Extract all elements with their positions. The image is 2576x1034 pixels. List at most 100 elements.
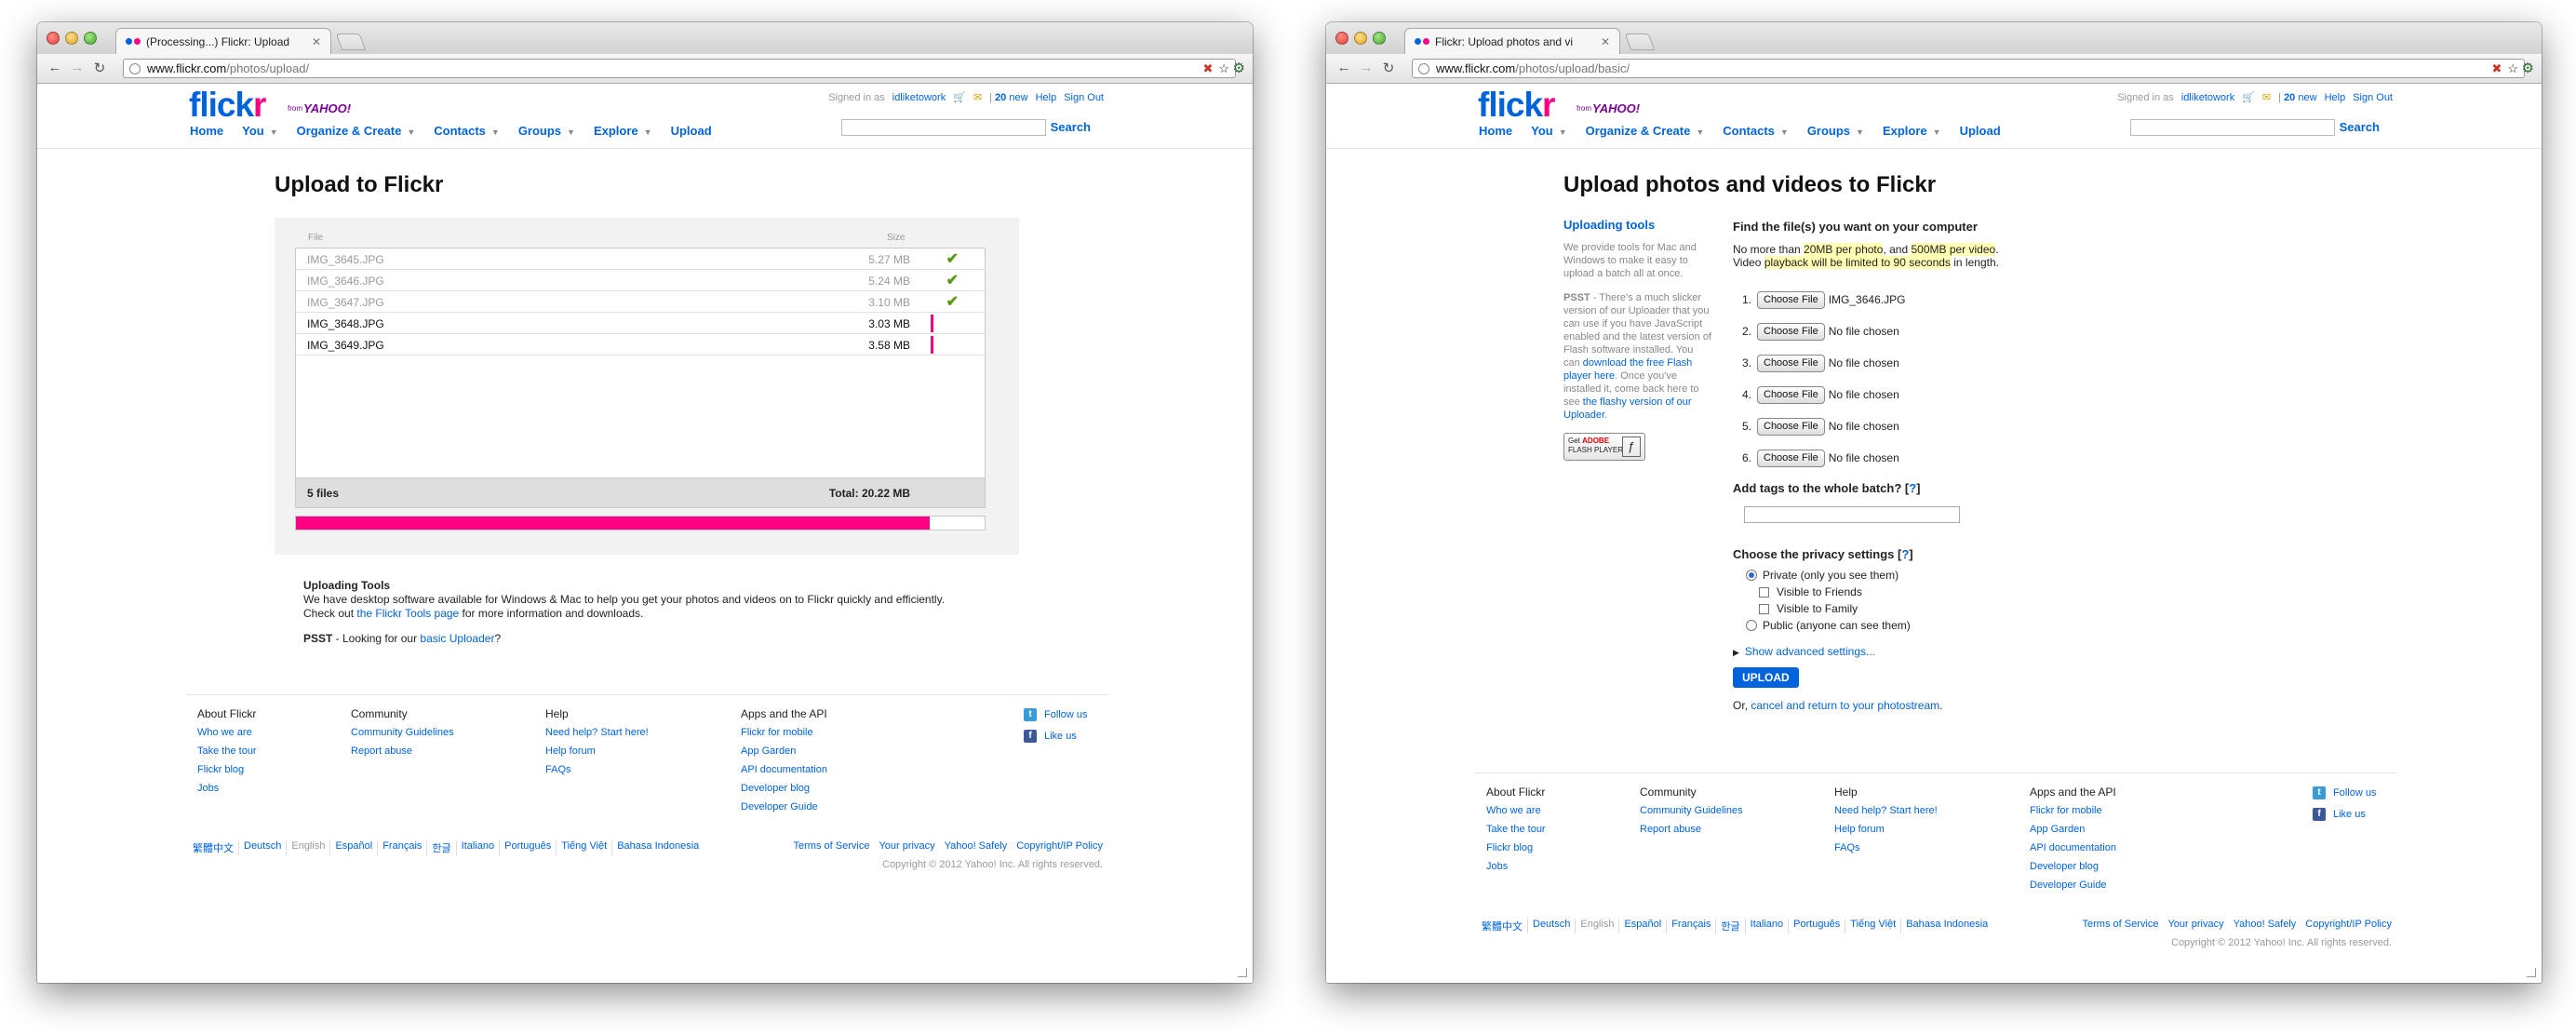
language-link[interactable]: Português [1789, 919, 1846, 933]
flickr-logo[interactable]: flickr [1478, 86, 1555, 125]
mail-icon[interactable]: ✉ [973, 91, 982, 103]
minimize-window-button[interactable] [65, 32, 78, 45]
language-link[interactable]: Español [330, 840, 379, 855]
choose-file-button[interactable]: Choose File [1757, 385, 1825, 404]
zoom-window-button[interactable] [1373, 32, 1386, 45]
privacy-family-option[interactable]: Visible to Family [1733, 600, 2049, 617]
resize-handle[interactable] [1238, 968, 1247, 977]
footer-link[interactable]: Jobs [1486, 857, 1546, 876]
footer-link[interactable]: Developer blog [741, 779, 827, 798]
extension-icon[interactable]: ✖ [2491, 61, 2502, 76]
zoom-window-button[interactable] [84, 32, 97, 45]
footer-link[interactable]: Developer Guide [2030, 876, 2116, 894]
language-link[interactable]: Tiếng Việt [1845, 919, 1902, 933]
language-link[interactable]: Italiano [1746, 919, 1790, 933]
footer-link[interactable]: Developer blog [2030, 857, 2116, 876]
back-arrow-icon[interactable]: ← [47, 60, 63, 75]
footer-link[interactable]: Report abuse [1640, 820, 1743, 839]
language-link[interactable]: 한글 [427, 840, 457, 855]
nav-upload[interactable]: Upload [1960, 124, 2001, 138]
footer-link[interactable]: FAQs [545, 760, 649, 779]
flickr-tools-link[interactable]: the Flickr Tools page [356, 607, 459, 620]
footer-link[interactable]: Community Guidelines [351, 723, 454, 742]
choose-file-button[interactable]: Choose File [1757, 354, 1825, 372]
language-link[interactable]: Tiếng Việt [557, 840, 613, 855]
footer-link[interactable]: Community Guidelines [1640, 801, 1743, 820]
privacy-public-option[interactable]: Public (anyone can see them) [1733, 617, 2049, 634]
footer-link[interactable]: API documentation [741, 760, 827, 779]
bookmark-star-icon[interactable]: ☆ [1218, 61, 1229, 76]
upload-button[interactable]: UPLOAD [1733, 667, 1799, 688]
nav-upload[interactable]: Upload [671, 124, 712, 138]
copyright-policy-link[interactable]: Copyright/IP Policy [1012, 840, 1107, 852]
language-link[interactable]: Bahasa Indonesia [612, 840, 704, 855]
private-radio[interactable] [1746, 570, 1757, 581]
tab-close-icon[interactable]: ✕ [312, 35, 321, 48]
tags-help-link[interactable]: ? [1909, 481, 1916, 495]
forward-arrow-icon[interactable]: → [1358, 60, 1375, 75]
wrench-menu-icon[interactable]: ⚙ [2522, 60, 2534, 76]
privacy-friends-option[interactable]: Visible to Friends [1733, 584, 2049, 600]
choose-file-button[interactable]: Choose File [1757, 290, 1825, 309]
cart-icon[interactable]: 🛒 [2242, 91, 2255, 103]
tags-input[interactable] [1744, 506, 1960, 523]
nav-you[interactable]: You ▼ [242, 124, 278, 138]
cart-icon[interactable]: 🛒 [953, 91, 966, 103]
language-link[interactable]: Português [500, 840, 557, 855]
nav-groups[interactable]: Groups ▼ [518, 124, 575, 138]
copyright-policy-link[interactable]: Copyright/IP Policy [2301, 919, 2396, 930]
nav-explore[interactable]: Explore ▼ [594, 124, 652, 138]
footer-link[interactable]: Flickr for mobile [2030, 801, 2116, 820]
nav-contacts[interactable]: Contacts ▼ [1723, 124, 1789, 138]
footer-link[interactable]: Developer Guide [741, 798, 827, 816]
sidebar-heading[interactable]: Uploading tools [1563, 219, 1712, 232]
footer-link[interactable]: App Garden [741, 742, 827, 760]
bookmark-star-icon[interactable]: ☆ [2507, 61, 2518, 76]
footer-link[interactable]: Take the tour [1486, 820, 1546, 839]
address-bar[interactable]: www.flickr.com/photos/upload/basic/ ✖ ☆ [1412, 59, 2525, 78]
close-window-button[interactable] [47, 32, 60, 45]
footer-link[interactable]: Flickr blog [1486, 839, 1546, 857]
nav-contacts[interactable]: Contacts ▼ [434, 124, 500, 138]
language-link[interactable]: Bahasa Indonesia [1901, 919, 1992, 933]
footer-link[interactable]: Report abuse [351, 742, 454, 760]
extension-icon[interactable]: ✖ [1202, 61, 1213, 76]
get-flash-player-badge[interactable]: Get ADOBE FLASH PLAYER ƒ [1563, 433, 1645, 461]
reload-icon[interactable]: ↻ [1380, 60, 1397, 76]
footer-link[interactable]: Need help? Start here! [1834, 801, 1938, 820]
basic-uploader-link[interactable]: basic Uploader [420, 632, 494, 645]
footer-link[interactable]: Help forum [1834, 820, 1938, 839]
footer-link[interactable]: Who we are [1486, 801, 1546, 820]
choose-file-button[interactable]: Choose File [1757, 449, 1825, 467]
language-link[interactable]: Français [1667, 919, 1717, 933]
nav-home[interactable]: Home [190, 124, 223, 138]
search-button[interactable]: Search [1051, 120, 1091, 134]
language-link[interactable]: Deutsch [1528, 919, 1576, 933]
back-arrow-icon[interactable]: ← [1335, 60, 1352, 75]
language-link[interactable]: Italiano [457, 840, 501, 855]
sign-out-link[interactable]: Sign Out [1064, 92, 1104, 103]
language-link[interactable]: 繁體中文 [188, 840, 239, 855]
choose-file-button[interactable]: Choose File [1757, 417, 1825, 436]
language-link[interactable]: Español [1619, 919, 1668, 933]
advanced-settings-toggle[interactable]: ▶ Show advanced settings... [1733, 645, 2049, 658]
flashy-uploader-link[interactable]: the flashy version of our Uploader [1563, 396, 1692, 421]
family-checkbox[interactable] [1759, 603, 1769, 614]
yahoo-safely-link[interactable]: Yahoo! Safely [2229, 919, 2301, 930]
like-us-link[interactable]: f Like us [1024, 726, 1087, 747]
browser-tab-active[interactable]: Flickr: Upload photos and vi ✕ [1404, 28, 1620, 54]
public-radio[interactable] [1746, 620, 1757, 631]
nav-home[interactable]: Home [1479, 124, 1512, 138]
nav-groups[interactable]: Groups ▼ [1807, 124, 1864, 138]
wrench-menu-icon[interactable]: ⚙ [1233, 60, 1245, 76]
help-link[interactable]: Help [2325, 92, 2346, 103]
footer-link[interactable]: Help forum [545, 742, 649, 760]
terms-link[interactable]: Terms of Service [2078, 919, 2164, 930]
footer-link[interactable]: Who we are [197, 723, 257, 742]
search-input[interactable] [2130, 119, 2335, 136]
privacy-link[interactable]: Your privacy [874, 840, 939, 852]
choose-file-button[interactable]: Choose File [1757, 322, 1825, 341]
help-link[interactable]: Help [1036, 92, 1057, 103]
privacy-private-option[interactable]: Private (only you see them) [1733, 567, 2049, 584]
privacy-link[interactable]: Your privacy [2163, 919, 2228, 930]
